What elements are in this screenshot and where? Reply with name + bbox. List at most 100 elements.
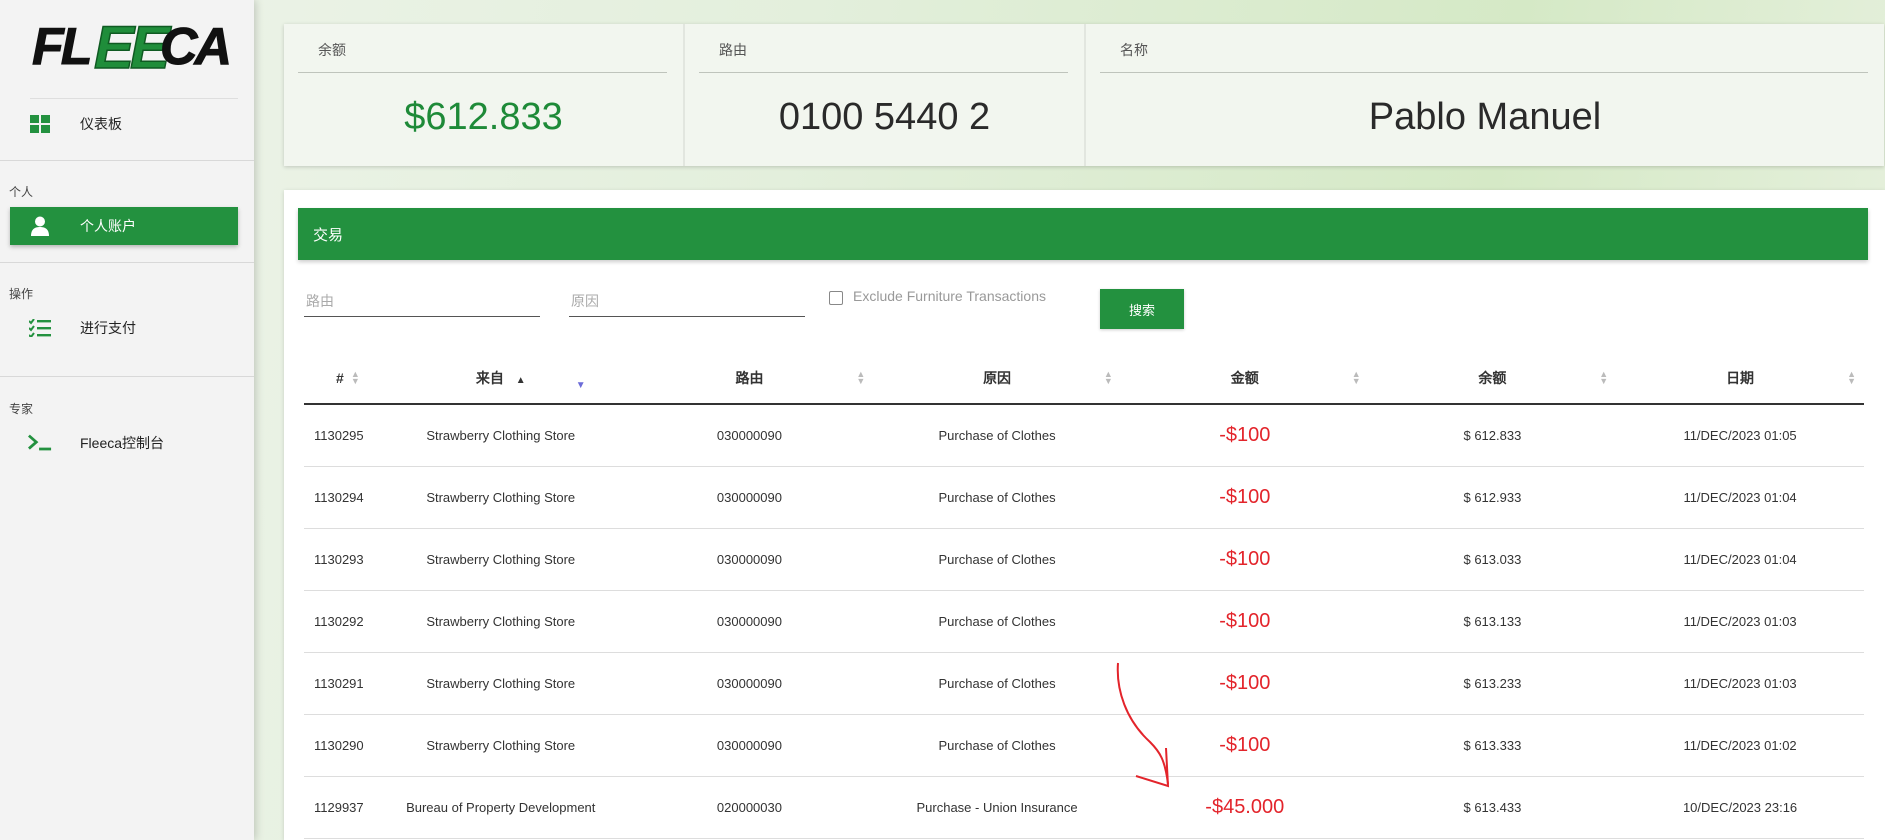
cell-from: Bureau of Property Development	[375, 776, 626, 839]
name-value: Pablo Manuel	[1368, 96, 1602, 138]
section-divider	[0, 160, 254, 161]
cell-routing: 030000090	[625, 466, 874, 529]
cell-routing: 030000090	[625, 590, 874, 653]
fleeca-logo: FL EE CA	[30, 12, 233, 82]
cell-date: 11/DEC/2023 01:03	[1616, 652, 1864, 715]
cell-from: Strawberry Clothing Store	[375, 466, 626, 529]
column-header-date[interactable]: 日期 ▲ ▼	[1616, 353, 1864, 405]
cell-date: 11/DEC/2023 01:03	[1616, 590, 1864, 653]
table-row: 1130292 Strawberry Clothing Store 030000…	[304, 590, 1864, 653]
sidebar-item-label: 仪表板	[80, 116, 122, 132]
cell-from: Strawberry Clothing Store	[375, 590, 626, 653]
column-label: 余额	[1478, 370, 1507, 386]
transactions-panel: 交易 Exclude Furniture Transactions 搜索 # ▲…	[284, 190, 1885, 840]
table-row: 1130293 Strawberry Clothing Store 030000…	[304, 528, 1864, 591]
card-title: 路由	[719, 42, 747, 58]
cell-amount: -$100	[1120, 466, 1369, 529]
sidebar: FL EE CA 仪表板 个人 个人账户 操作 进行支付 专家 Fleeca控制…	[0, 0, 254, 840]
cell-date: 11/DEC/2023 01:04	[1616, 528, 1864, 591]
sort-desc-indicator-icon: ▼	[575, 380, 586, 391]
routing-card: 路由 0100 5440 2	[685, 24, 1086, 166]
list-check-icon	[28, 317, 52, 339]
search-button[interactable]: 搜索	[1100, 289, 1184, 329]
cell-from: Strawberry Clothing Store	[375, 652, 626, 715]
section-divider	[0, 262, 254, 263]
cell-routing: 030000090	[625, 404, 874, 467]
cell-amount: -$100	[1120, 528, 1369, 591]
sort-icon: ▲ ▼	[1847, 369, 1856, 386]
column-header-routing[interactable]: 路由 ▲ ▼	[625, 353, 874, 405]
cell-id: 1130293	[304, 528, 376, 591]
cell-balance: $ 613.333	[1368, 714, 1617, 777]
sort-icon: ▲ ▼	[856, 369, 866, 386]
transactions-header: 交易	[298, 208, 1868, 260]
dashboard-grid-icon	[28, 113, 52, 135]
column-header-amount[interactable]: 金额 ▲ ▼	[1120, 353, 1369, 405]
sidebar-item-label: Fleeca控制台	[80, 435, 165, 451]
column-label: 来自	[475, 370, 504, 386]
cell-from: Strawberry Clothing Store	[375, 714, 626, 777]
annotation-arrow-icon	[1116, 662, 1170, 788]
table-row: 1130294 Strawberry Clothing Store 030000…	[304, 466, 1864, 529]
sidebar-item-personal-account[interactable]: 个人账户	[10, 207, 238, 245]
cell-date: 10/DEC/2023 23:16	[1616, 776, 1864, 839]
cell-date: 11/DEC/2023 01:04	[1616, 466, 1864, 529]
transactions-table: # ▲ ▼ 来自 ▲ ▼ 路由 ▲ ▼ 原因 ▲ ▼ 金额 ▲ ▼ 余额 ▲ ▼…	[304, 353, 1864, 839]
cell-date: 11/DEC/2023 01:02	[1616, 714, 1864, 777]
cell-id: 1130291	[304, 652, 376, 715]
column-header-from[interactable]: 来自 ▲ ▼	[375, 353, 626, 405]
cell-reason: Purchase of Clothes	[873, 528, 1121, 591]
table-row: 1130291 Strawberry Clothing Store 030000…	[304, 652, 1864, 715]
sidebar-item-label: 个人账户	[80, 218, 136, 234]
cell-from: Strawberry Clothing Store	[375, 404, 626, 467]
sort-icon: ▲ ▼	[350, 369, 360, 386]
sort-icon: ▲ ▼	[1599, 369, 1609, 386]
card-title: 余额	[318, 42, 346, 58]
card-divider	[1100, 72, 1868, 73]
cell-id: 1130295	[304, 404, 376, 467]
reason-filter-input[interactable]	[569, 286, 805, 317]
cell-reason: Purchase of Clothes	[873, 590, 1121, 653]
section-label-operations: 操作	[9, 287, 34, 301]
table-row: 1130295 Strawberry Clothing Store 030000…	[304, 404, 1864, 467]
sidebar-item-fleeca-console[interactable]: Fleeca控制台	[10, 424, 238, 462]
cell-reason: Purchase of Clothes	[873, 404, 1121, 467]
terminal-icon	[28, 432, 52, 454]
table-row: 1129937 Bureau of Property Development 0…	[304, 776, 1864, 839]
cell-balance: $ 612.833	[1368, 404, 1617, 467]
column-header-balance[interactable]: 余额 ▲ ▼	[1368, 353, 1617, 405]
transactions-title: 交易	[313, 226, 344, 244]
cell-balance: $ 613.133	[1368, 590, 1617, 653]
card-divider	[699, 72, 1068, 73]
cell-balance: $ 613.433	[1368, 776, 1617, 839]
balance-value: $612.833	[404, 96, 563, 138]
column-header-id[interactable]: # ▲ ▼	[304, 353, 376, 405]
cell-routing: 030000090	[625, 652, 874, 715]
svg-text:FL: FL	[32, 18, 90, 76]
balance-card: 余额 $612.833	[284, 24, 685, 166]
cell-id: 1130290	[304, 714, 376, 777]
cell-balance: $ 613.233	[1368, 652, 1617, 715]
column-label: 路由	[735, 370, 764, 386]
sidebar-item-dashboard[interactable]: 仪表板	[10, 105, 238, 143]
section-divider	[0, 376, 254, 377]
name-card: 名称 Pablo Manuel	[1086, 24, 1884, 166]
cell-routing: 020000030	[625, 776, 874, 839]
exclude-furniture-label: Exclude Furniture Transactions	[853, 288, 1046, 304]
column-label: 原因	[983, 370, 1012, 386]
logo-divider	[30, 98, 238, 99]
account-summary-cards: 余额 $612.833 路由 0100 5440 2 名称 Pablo Manu…	[284, 24, 1884, 166]
section-label-personal: 个人	[9, 185, 34, 199]
column-header-reason[interactable]: 原因 ▲ ▼	[873, 353, 1121, 405]
exclude-furniture-checkbox[interactable]	[829, 291, 843, 305]
cell-reason: Purchase of Clothes	[873, 652, 1121, 715]
sidebar-item-make-payment[interactable]: 进行支付	[10, 309, 238, 347]
column-label: #	[336, 370, 344, 386]
exclude-furniture-option[interactable]: Exclude Furniture Transactions	[829, 288, 1046, 305]
sort-icon: ▲ ▼	[1103, 369, 1113, 386]
user-icon	[28, 215, 52, 237]
cell-balance: $ 613.033	[1368, 528, 1617, 591]
cell-id: 1129937	[304, 776, 376, 839]
routing-filter-input[interactable]	[304, 286, 540, 317]
column-label: 金额	[1230, 370, 1259, 386]
